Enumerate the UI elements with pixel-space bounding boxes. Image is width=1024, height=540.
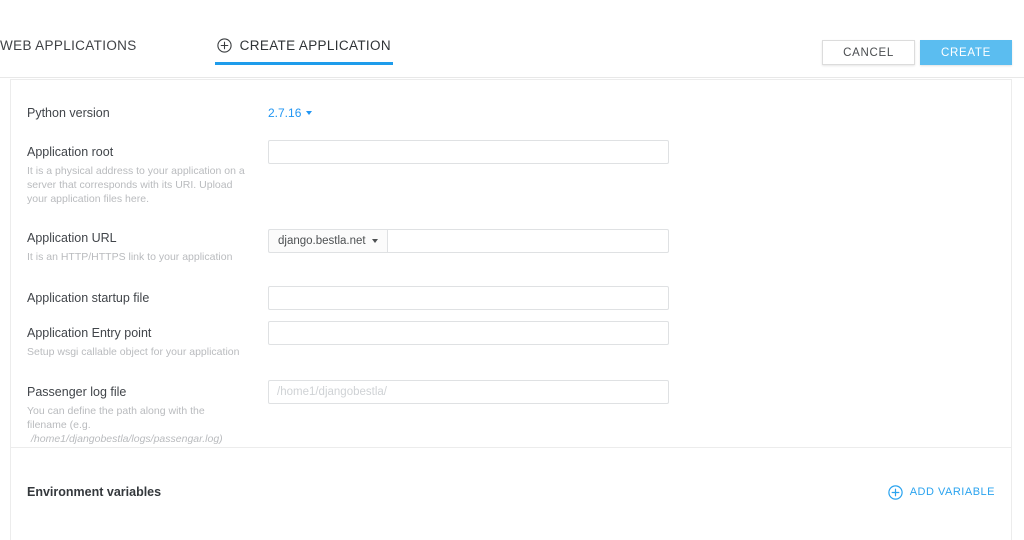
plus-circle-icon xyxy=(216,38,232,53)
application-url-input[interactable] xyxy=(386,229,669,253)
chevron-down-icon xyxy=(371,239,378,243)
python-version-dropdown[interactable]: 2.7.16 xyxy=(268,105,313,120)
form-row-application-startup-file: Application startup file xyxy=(11,286,1011,310)
passenger-log-file-hint-line2: /home1/djangobestla/logs/passengar.log) xyxy=(31,433,223,445)
form-row-application-url: Application URL It is an HTTP/HTTPS link… xyxy=(11,229,1011,264)
tab-web-applications[interactable]: WEB APPLICATIONS xyxy=(0,30,139,65)
python-version-label: Python version xyxy=(27,106,110,120)
passenger-log-file-input[interactable] xyxy=(268,380,669,404)
application-url-input-group: django.bestla.net xyxy=(268,229,669,253)
header-actions: CANCEL CREATE xyxy=(822,40,1012,65)
tab-active-underline xyxy=(214,62,393,65)
application-startup-file-label: Application startup file xyxy=(27,291,150,305)
python-version-field: 2.7.16 xyxy=(268,104,995,122)
app-screen: WEB APPLICATIONS CREATE APPLICATION CANC… xyxy=(0,0,1024,540)
passenger-log-file-hint: You can define the path along with the f… xyxy=(27,404,245,446)
application-startup-file-label-group: Application startup file xyxy=(27,289,268,306)
application-root-label-group: Application root It is a physical addres… xyxy=(27,143,268,206)
tab-create-application-label: CREATE APPLICATION xyxy=(239,38,391,53)
application-url-label-group: Application URL It is an HTTP/HTTPS link… xyxy=(27,229,268,264)
passenger-log-file-label: Passenger log file xyxy=(27,385,127,399)
application-url-domain-dropdown[interactable]: django.bestla.net xyxy=(268,229,387,253)
cancel-button[interactable]: CANCEL xyxy=(822,40,915,65)
application-url-hint: It is an HTTP/HTTPS link to your applica… xyxy=(27,251,233,263)
chevron-down-icon xyxy=(306,111,313,115)
environment-variables-title: Environment variables xyxy=(27,485,162,499)
tab-create-application[interactable]: CREATE APPLICATION xyxy=(214,30,393,65)
python-version-value: 2.7.16 xyxy=(268,106,302,120)
create-button[interactable]: CREATE xyxy=(920,40,1012,65)
application-entry-point-label-group: Application Entry point Setup wsgi calla… xyxy=(27,324,268,359)
environment-variables-header: Environment variables ADD VARIABLE xyxy=(27,448,995,508)
passenger-log-file-hint-line1: You can define the path along with the f… xyxy=(27,405,205,431)
form-row-application-root: Application root It is a physical addres… xyxy=(11,140,1011,206)
tab-bar: WEB APPLICATIONS CREATE APPLICATION xyxy=(0,30,393,65)
top-bar: WEB APPLICATIONS CREATE APPLICATION CANC… xyxy=(0,18,1024,78)
application-root-input[interactable] xyxy=(268,140,669,164)
application-url-domain-value: django.bestla.net xyxy=(278,235,366,247)
application-startup-file-input[interactable] xyxy=(268,286,669,310)
application-startup-file-field xyxy=(268,286,995,310)
form-row-python-version: Python version 2.7.16 xyxy=(11,104,1011,122)
application-form: Python version 2.7.16 Application root I… xyxy=(11,80,1011,446)
plus-circle-icon xyxy=(888,484,903,500)
passenger-log-file-field xyxy=(268,380,995,404)
form-row-application-entry-point: Application Entry point Setup wsgi calla… xyxy=(11,321,1011,359)
application-url-label: Application URL xyxy=(27,231,117,245)
application-entry-point-field xyxy=(268,321,995,345)
environment-variables-section: Environment variables ADD VARIABLE NO RE… xyxy=(11,448,1011,540)
passenger-log-file-label-group: Passenger log file You can define the pa… xyxy=(27,383,268,446)
application-url-field: django.bestla.net xyxy=(268,229,995,253)
create-application-card: Python version 2.7.16 Application root I… xyxy=(10,79,1012,540)
application-entry-point-label: Application Entry point xyxy=(27,326,152,340)
application-entry-point-input[interactable] xyxy=(268,321,669,345)
application-entry-point-hint: Setup wsgi callable object for your appl… xyxy=(27,346,240,358)
tab-web-applications-label: WEB APPLICATIONS xyxy=(0,38,137,53)
add-variable-label: ADD VARIABLE xyxy=(909,486,995,498)
form-row-passenger-log-file: Passenger log file You can define the pa… xyxy=(11,380,1011,446)
application-root-field xyxy=(268,140,995,164)
application-root-label: Application root xyxy=(27,145,114,159)
add-variable-button[interactable]: ADD VARIABLE xyxy=(888,484,995,500)
application-root-hint: It is a physical address to your applica… xyxy=(27,165,245,205)
python-version-label-group: Python version xyxy=(27,104,268,121)
